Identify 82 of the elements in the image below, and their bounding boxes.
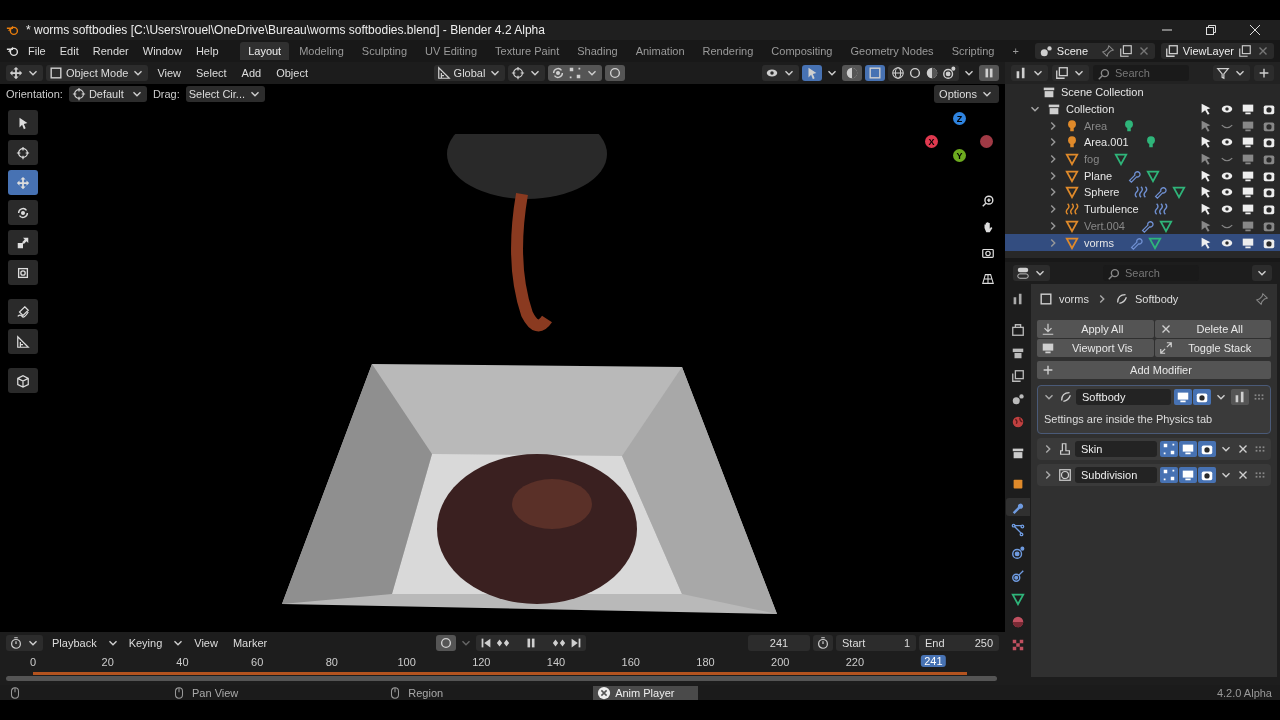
- status-hint: Region: [408, 686, 444, 699]
- status-job[interactable]: Anim Player: [593, 685, 699, 700]
- playhead[interactable]: 241: [921, 655, 946, 667]
- frame-number: 100: [397, 656, 416, 668]
- workspace-tab[interactable]: Geometry Nodes: [842, 42, 942, 60]
- menu-item[interactable]: Select: [190, 65, 233, 81]
- menu-item[interactable]: View: [151, 65, 188, 81]
- workspace-tab[interactable]: Sculpting: [353, 42, 416, 60]
- apply-all-button[interactable]: Apply All: [1037, 320, 1154, 338]
- outliner-row[interactable]: Vert.004: [1005, 217, 1280, 235]
- frame-number: 160: [621, 656, 640, 668]
- outliner-row[interactable]: Area.001: [1005, 134, 1280, 151]
- workspace-tab[interactable]: Texture Paint: [487, 42, 568, 60]
- menu-item[interactable]: File: [22, 43, 52, 59]
- add-modifier-button[interactable]: Add Modifier: [1037, 361, 1271, 379]
- frame-number: 120: [472, 656, 491, 668]
- workspace-tab[interactable]: Compositing: [763, 42, 841, 60]
- orientation-dropdown[interactable]: Global: [433, 65, 506, 81]
- axis-label[interactable]: X: [925, 135, 938, 148]
- view-layer-selector[interactable]: ViewLayer: [1160, 43, 1274, 59]
- menu-item[interactable]: Marker: [226, 635, 274, 651]
- breadcrumb-item: vorms: [1059, 293, 1089, 305]
- frame-number: 0: [29, 656, 37, 668]
- workspace-tab[interactable]: Layout: [240, 42, 290, 60]
- frame-number: 140: [546, 656, 566, 668]
- frame-number: 60: [251, 656, 264, 668]
- frame-number: 80: [325, 656, 338, 668]
- add-workspace-button[interactable]: +: [1004, 42, 1027, 60]
- mode-dropdown[interactable]: Object Mode: [46, 65, 149, 81]
- axis-label[interactable]: Z: [953, 112, 966, 125]
- breadcrumb-item: Softbody: [1134, 293, 1179, 305]
- drag-label: Drag:: [152, 88, 180, 100]
- window-title: * worms softbodies [C:\Users\rouel\OneDrive\Bureau\worms softbodies.blend] - Blender 4.2 Alpha: [26, 23, 545, 37]
- viewport-vis-button[interactable]: Viewport Vis: [1037, 339, 1154, 357]
- outliner-row[interactable]: Sphere: [1005, 184, 1280, 201]
- menu-item[interactable]: Help: [189, 43, 225, 59]
- menu-item[interactable]: View: [188, 635, 224, 651]
- workspace-tab[interactable]: UV Editing: [417, 42, 486, 60]
- outliner-row[interactable]: Turbulence: [1005, 200, 1280, 218]
- status-hint: Pan View: [192, 686, 239, 699]
- start-frame-field[interactable]: Start 1: [836, 635, 916, 651]
- workspace-tab[interactable]: Scripting: [943, 42, 1003, 60]
- version-label: 4.2.0 Alpha: [1216, 686, 1272, 699]
- menu-item[interactable]: Add: [235, 65, 268, 81]
- end-frame-field[interactable]: End 250: [919, 635, 999, 651]
- menu-item[interactable]: Window: [136, 43, 188, 59]
- frame-number: 40: [176, 656, 189, 668]
- modifier-note: Settings are inside the Physics tab: [1043, 413, 1214, 425]
- collection-label[interactable]: Collection: [1066, 103, 1115, 116]
- frame-number: 200: [771, 656, 790, 668]
- workspace-tab[interactable]: Rendering: [694, 42, 762, 60]
- workspace-tab[interactable]: Shading: [569, 42, 626, 60]
- toggle-stack-button[interactable]: Toggle Stack: [1154, 339, 1271, 357]
- drag-dropdown[interactable]: Select Cir...: [185, 86, 266, 102]
- menu-item[interactable]: Object: [270, 65, 314, 81]
- outliner-row[interactable]: Area: [1005, 117, 1280, 135]
- menu-item[interactable]: Keying: [122, 635, 169, 651]
- outliner-search-field[interactable]: Search: [1093, 65, 1189, 81]
- modifier-name-field[interactable]: Skin: [1075, 441, 1157, 457]
- outliner-row[interactable]: fog: [1005, 150, 1280, 168]
- viewport[interactable]: Z Y X: [0, 104, 1005, 632]
- workspace-tab[interactable]: Modeling: [291, 42, 352, 60]
- outliner-row[interactable]: vorms: [1005, 234, 1280, 251]
- delete-all-button[interactable]: Delete All: [1154, 320, 1271, 338]
- menu-item[interactable]: Render: [86, 43, 135, 59]
- current-frame-field[interactable]: 241: [748, 635, 810, 651]
- modifier-name-field[interactable]: Softbody: [1076, 389, 1171, 405]
- options-dropdown[interactable]: Options: [934, 85, 999, 103]
- axis-label[interactable]: Y: [953, 149, 966, 162]
- frame-number: 180: [696, 656, 715, 668]
- modifier-name-field[interactable]: Subdivision: [1075, 467, 1157, 483]
- scene-collection-label[interactable]: Scene Collection: [1061, 86, 1144, 99]
- frame-number: 20: [101, 656, 114, 668]
- scene-selector[interactable]: Scene: [1034, 43, 1155, 59]
- outliner-row[interactable]: Plane: [1005, 167, 1280, 185]
- orientation-dropdown[interactable]: Default: [68, 86, 147, 102]
- menu-item[interactable]: Playback: [46, 635, 103, 651]
- frame-number: 220: [845, 656, 865, 668]
- workspace-tab[interactable]: Animation: [627, 42, 693, 60]
- properties-search-field[interactable]: Search: [1103, 265, 1199, 281]
- menu-item[interactable]: Edit: [53, 43, 85, 59]
- orientation-label: Orientation:: [6, 88, 63, 100]
